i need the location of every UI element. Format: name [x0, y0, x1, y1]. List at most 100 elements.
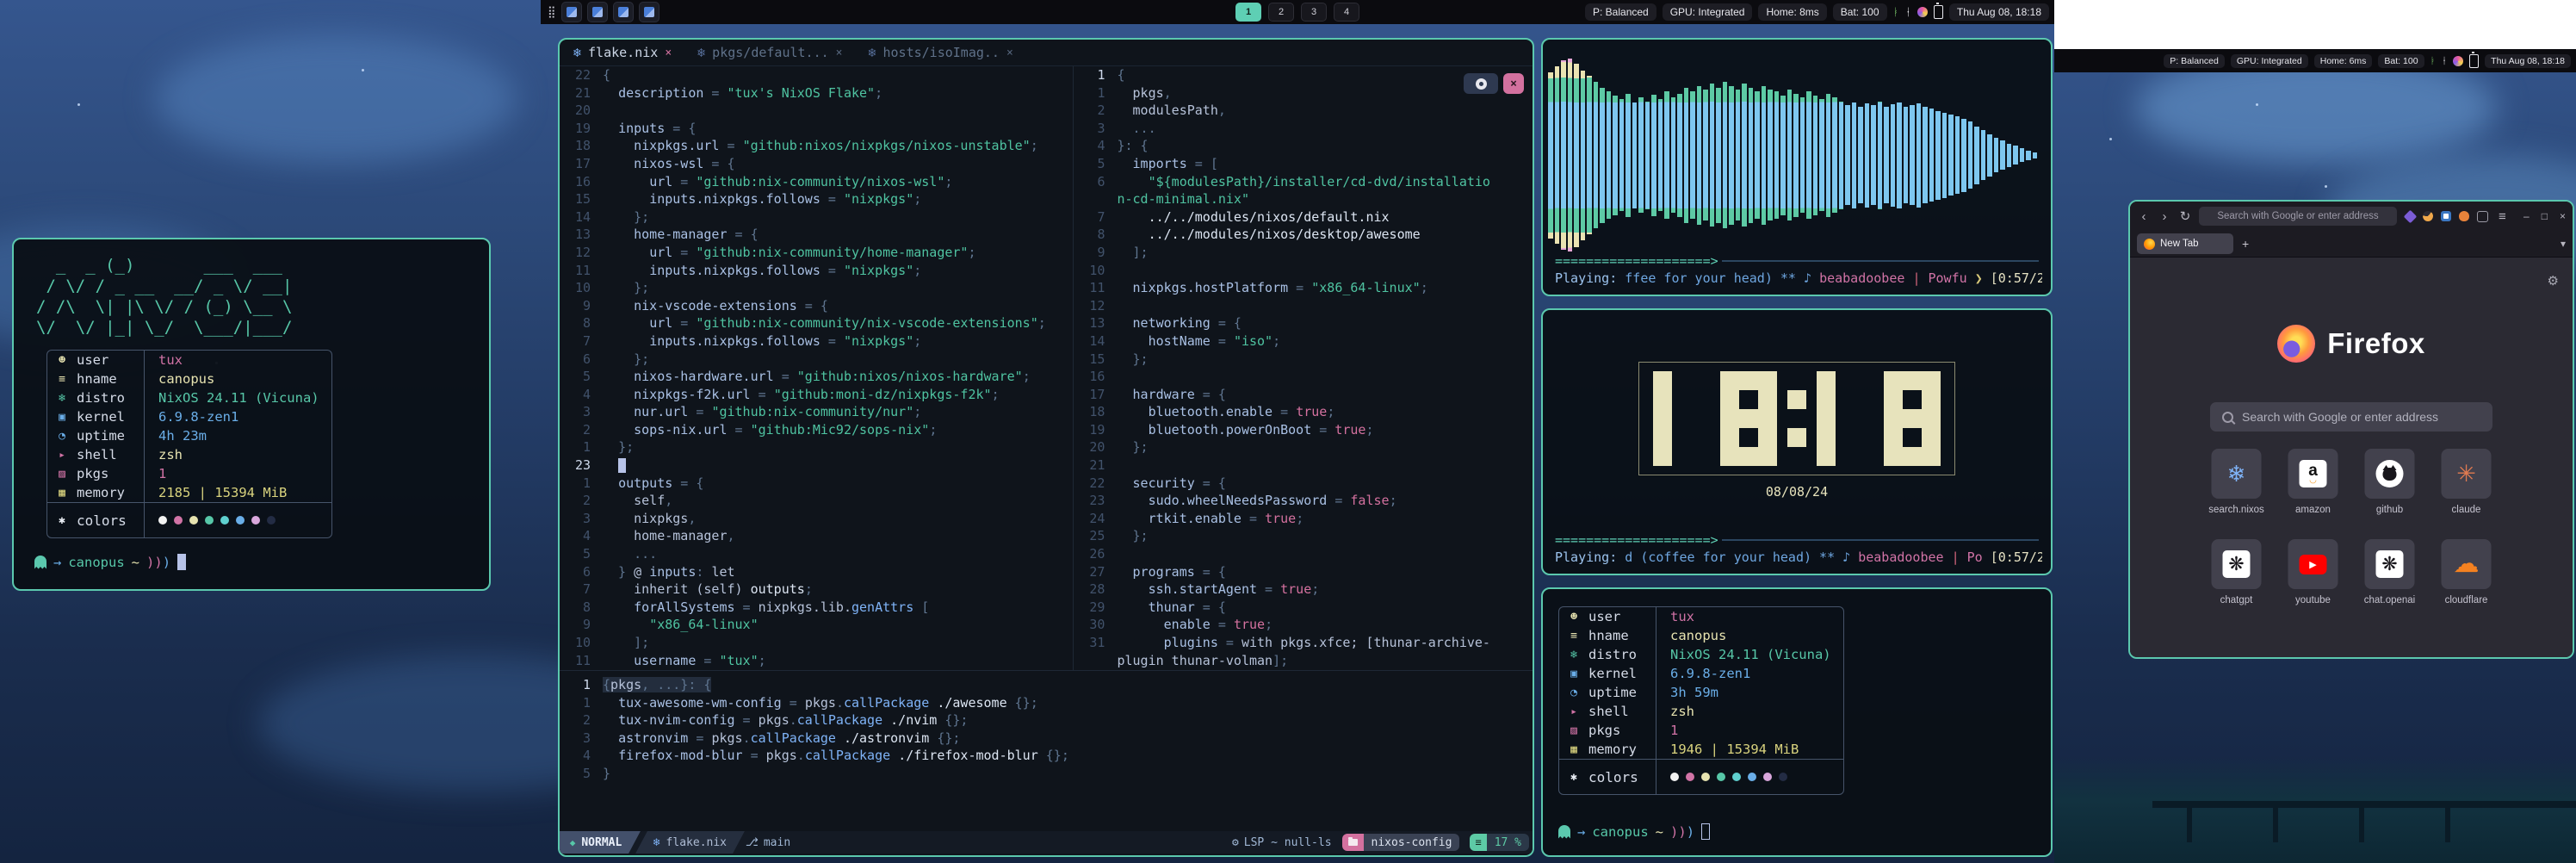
editor-pane-flake[interactable]: 22{21 description = "tux's NixOS Flake";… [560, 66, 1074, 670]
workspace-4[interactable]: 4 [1334, 3, 1359, 22]
taskbar-app-icon[interactable] [587, 2, 608, 22]
terminal-cava[interactable]: ====================> Playing: ffee for … [1541, 38, 2053, 296]
visualizer-bar [1780, 96, 1786, 215]
fastfetch-row: ◔uptime4h 23m [47, 426, 331, 445]
code-line: 10 [1074, 262, 1533, 280]
code-line: 29 thunar = { [1074, 599, 1533, 617]
digit-cell [1836, 371, 1855, 390]
visualizer-bar [2000, 140, 2005, 170]
color-picker-icon[interactable] [2453, 56, 2463, 66]
gpu-chip[interactable]: GPU: Integrated [2231, 54, 2308, 68]
line-number: 15 [1074, 351, 1105, 369]
tile-chat-openai[interactable]: ❋ chat.openai [2365, 539, 2415, 605]
colors-label: colors [77, 512, 144, 529]
power-profile-chip[interactable]: P: Balanced [1585, 3, 1656, 21]
extension-icon[interactable] [2441, 211, 2451, 221]
code-text: }; [1117, 528, 1148, 543]
bluetooth-icon[interactable]: ᛂ [2442, 56, 2447, 66]
terminal-fastfetch-desktop[interactable]: _ _ (_) ___ ___ / \/ / _ __ __/ _ \/ __|… [12, 238, 491, 591]
personalize-gear-icon[interactable]: ⚙ [2548, 273, 2559, 289]
digit-cell [1720, 371, 1739, 390]
gpu-chip[interactable]: GPU: Integrated [1663, 3, 1753, 21]
close-tab-icon[interactable]: × [836, 47, 843, 59]
reload-button[interactable]: ↻ [2178, 208, 2192, 224]
battery-chip[interactable]: Bat: 100 [1833, 3, 1887, 21]
extension-icon[interactable] [2459, 211, 2469, 221]
taskbar-app-icon[interactable] [561, 2, 582, 22]
taskbar-app-icon[interactable] [639, 2, 659, 22]
close-button[interactable]: × [2560, 210, 2566, 222]
terminal-clock[interactable]: 08/08/24 ====================> Playing: … [1541, 308, 2053, 575]
close-pane-button[interactable]: × [1503, 73, 1524, 94]
visualizer-bar [1690, 91, 1695, 219]
line-number: 3 [560, 510, 591, 528]
terminal-fastfetch-2[interactable]: ☻usertux≡hnamecanopus❄distroNixOS 24.11 … [1541, 587, 2053, 857]
tile-youtube[interactable]: ▶ youtube [2288, 539, 2338, 605]
new-tab-button[interactable]: + [2242, 237, 2249, 251]
digit-cell [1855, 428, 1873, 447]
extension-icon[interactable] [2404, 209, 2418, 223]
network-icon[interactable]: ᛓ [1893, 6, 1899, 18]
neovim-window[interactable]: ❄ flake.nix × ❄ pkgs/default... × ❄ host… [558, 38, 1534, 857]
workspace-1[interactable]: 1 [1235, 3, 1261, 22]
shell-prompt[interactable]: → canopus ~ ))) [34, 554, 186, 570]
search-input[interactable]: Search with Google or enter address [2210, 402, 2492, 432]
clock-digit [1653, 371, 1710, 466]
battery-chip[interactable]: Bat: 100 [2378, 54, 2424, 68]
list-tabs-chevron-icon[interactable]: ▾ [2561, 238, 2566, 250]
visualizer-bar [2026, 151, 2031, 160]
menu-hamburger-icon[interactable]: ≡ [2499, 209, 2506, 224]
bluetooth-icon[interactable]: ᛂ [1905, 6, 1911, 18]
clock-chip[interactable]: Thu Aug 08, 18:18 [2485, 54, 2571, 68]
shell-prompt[interactable]: → canopus ~ ))) [1558, 823, 1710, 840]
visualizer-bar [1762, 86, 1767, 225]
digit-cell [1739, 390, 1758, 409]
project-chip[interactable]: nixos-config [1342, 834, 1460, 851]
tab-flake-nix[interactable]: ❄ flake.nix × [573, 45, 672, 60]
ping-chip[interactable]: Home: 8ms [1758, 3, 1826, 21]
back-button[interactable]: ‹ [2137, 209, 2151, 224]
tile-search-nixos[interactable]: ❄ search.nixos [2212, 449, 2262, 515]
tile-github[interactable]: github [2365, 449, 2415, 515]
close-tab-icon[interactable]: × [665, 47, 672, 59]
power-profile-chip[interactable]: P: Balanced [2164, 54, 2225, 68]
extension-icon[interactable] [2423, 211, 2433, 221]
workspace-3[interactable]: 3 [1301, 3, 1327, 22]
firefox-favicon [2144, 239, 2155, 250]
minimize-button[interactable]: – [2523, 210, 2530, 222]
clock-chip[interactable]: Thu Aug 08, 18:18 [1949, 3, 2049, 21]
digit-cell [1922, 447, 1941, 466]
address-bar[interactable]: Search with Google or enter address [2199, 207, 2397, 226]
launcher-menu-icon[interactable]: ⣿ [548, 6, 556, 19]
code-line: 9 "x86_64-linux" [560, 616, 1073, 634]
workspace-2[interactable]: 2 [1268, 3, 1294, 22]
digit-cell [1884, 409, 1903, 428]
fastfetch-row: ≡hnamecanopus [47, 369, 331, 388]
tab-pkgs-default[interactable]: ❄ pkgs/default... × [697, 45, 842, 60]
editor-pane-pkgs[interactable]: 1{pkgs, ...}: {1 tux-awesome-wm-config =… [560, 670, 1533, 831]
firefox-window[interactable]: ‹ › ↻ Search with Google or enter addres… [2128, 200, 2574, 659]
code-line: 7 ../../modules/nixos/default.nix [1074, 208, 1533, 227]
code-text: url = "github:nix-community/nixos-wsl"; [603, 174, 952, 189]
taskbar-app-icon[interactable] [613, 2, 634, 22]
close-tab-icon[interactable]: × [1006, 47, 1013, 59]
tile-claude[interactable]: ✳ claude [2442, 449, 2492, 515]
tile-chatgpt[interactable]: ❋ chatgpt [2212, 539, 2262, 605]
tab-hosts-isoimage[interactable]: ❄ hosts/isoImag.. × [868, 45, 1012, 60]
code-line: 3 nur.url = "github:nix-community/nur"; [560, 403, 1073, 421]
tile-cloudflare[interactable]: ☁ cloudflare [2442, 539, 2492, 605]
line-number: 6 [1074, 173, 1105, 191]
maximize-button[interactable]: □ [2542, 210, 2548, 222]
code-line: 6 "${modulesPath}/installer/cd-dvd/insta… [1074, 173, 1533, 191]
digit-cell [1691, 371, 1710, 390]
extension-icon[interactable] [2477, 211, 2488, 222]
forward-button[interactable]: › [2158, 209, 2171, 224]
editor-pane-iso[interactable]: × 1{1 pkgs,2 modulesPath,3 ...4}: {5 imp… [1074, 66, 1533, 670]
line-number: 1 [1074, 84, 1105, 102]
tab-new-tab[interactable]: New Tab [2137, 233, 2233, 254]
ping-chip[interactable]: Home: 6ms [2314, 54, 2373, 68]
tile-amazon[interactable]: a◡ amazon [2288, 449, 2338, 515]
color-picker-icon[interactable] [1917, 7, 1928, 17]
toggle-view-button[interactable] [1464, 73, 1498, 94]
network-icon[interactable]: ᛓ [2430, 56, 2436, 66]
